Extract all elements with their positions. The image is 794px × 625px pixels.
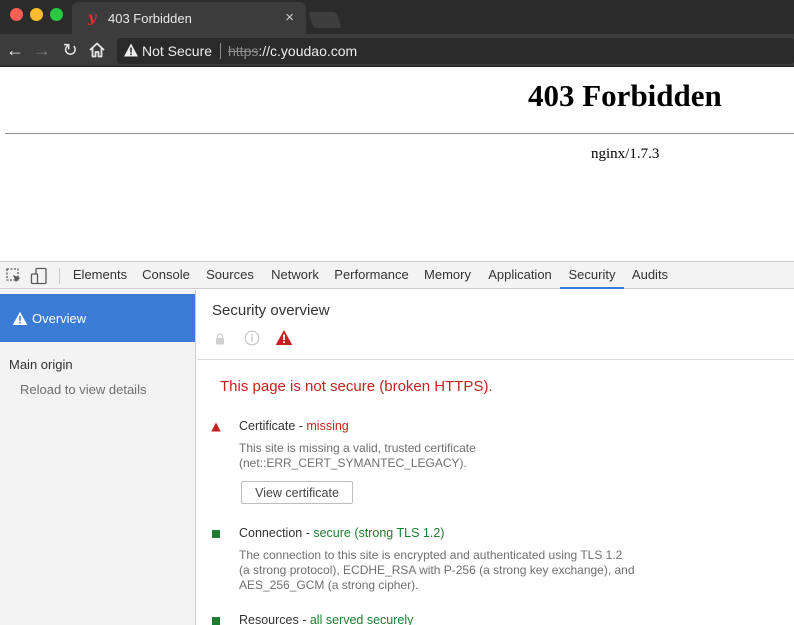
security-main-panel: Security overview This page is not secur… [197, 290, 794, 625]
view-certificate-button[interactable]: View certificate [241, 481, 353, 504]
warning-triangle-icon[interactable] [123, 42, 139, 58]
sidebar-section-main-origin: Main origin [9, 357, 73, 372]
panel-title: Security overview [212, 302, 330, 319]
server-signature: nginx/1.7.3 [591, 146, 660, 162]
tab-security[interactable]: Security [560, 262, 624, 289]
sidebar-item-reload-hint: Reload to view details [20, 382, 147, 397]
tab-memory[interactable]: Memory [419, 262, 476, 289]
back-arrow-icon[interactable]: ← [4, 39, 26, 61]
description-line: The connection to this site is encrypted… [239, 548, 623, 562]
tab-close-icon[interactable]: × [285, 9, 294, 26]
sidebar-item-overview[interactable]: Overview [0, 294, 195, 342]
green-square-icon [212, 530, 220, 538]
youdao-favicon-icon: y [88, 10, 97, 26]
page-heading: 403 Forbidden [528, 78, 722, 113]
explanation-summary: missing [306, 419, 349, 433]
devtools-panel: Elements Console Sources Network Perform… [0, 261, 794, 625]
explanation-description: This site is missing a valid, trusted ce… [239, 441, 659, 471]
device-toolbar-icon[interactable] [30, 267, 48, 285]
info-circle-icon [244, 330, 260, 346]
description-line: This site is missing a valid, trusted ce… [239, 441, 476, 455]
explanation-title: Resources - all served securely [239, 613, 414, 625]
security-sidebar: Overview Main origin Reload to view deta… [0, 290, 196, 625]
warning-triangle-icon [12, 311, 28, 325]
tab-audits[interactable]: Audits [627, 262, 673, 289]
browser-toolbar: ← → ↻ Not Secure https://c.youdao.com [0, 34, 794, 67]
tab-elements[interactable]: Elements [66, 262, 134, 289]
security-overview-header: Security overview [197, 290, 794, 360]
sidebar-item-label: Overview [32, 311, 87, 326]
green-square-icon [212, 617, 220, 625]
explanation-title-text: Resources [239, 613, 299, 625]
tab-console[interactable]: Console [137, 262, 195, 289]
forward-arrow-icon[interactable]: → [31, 39, 53, 61]
inspect-element-icon[interactable] [5, 267, 23, 285]
browser-titlebar: y 403 Forbidden × [0, 0, 794, 34]
url-scheme: https [228, 43, 259, 59]
explanation-resources: Resources - all served securely [197, 612, 794, 625]
page-viewport: 403 Forbidden nginx/1.7.3 [0, 68, 794, 261]
lock-icon [216, 333, 224, 345]
explanation-connection: Connection - secure (strong TLS 1.2) The… [197, 525, 794, 595]
security-summary-headline: This page is not secure (broken HTTPS). [220, 378, 493, 395]
explanation-title-text: Certificate [239, 419, 296, 433]
explanation-title: Certificate - missing [239, 419, 349, 433]
tab-application[interactable]: Application [483, 262, 557, 289]
explanation-summary: all served securely [309, 613, 414, 625]
devtools-tabbar: Elements Console Sources Network Perform… [0, 262, 794, 289]
explanation-title-text: Connection [239, 526, 303, 540]
tab-network[interactable]: Network [266, 262, 324, 289]
description-line: AES_256_GCM (a strong cipher). [239, 578, 419, 592]
red-triangle-icon [211, 422, 221, 432]
new-tab-button[interactable] [308, 12, 342, 28]
home-icon[interactable] [86, 39, 108, 61]
browser-tab-active[interactable]: y 403 Forbidden × [72, 2, 306, 34]
url-host: ://c.youdao.com [258, 43, 358, 59]
address-bar[interactable]: Not Secure https://c.youdao.com [117, 38, 794, 64]
url-text[interactable]: https://c.youdao.com [228, 43, 357, 59]
explanation-title: Connection - secure (strong TLS 1.2) [239, 526, 445, 540]
window-close-button[interactable] [10, 8, 23, 21]
window-minimize-button[interactable] [30, 8, 43, 21]
description-line: (net::ERR_CERT_SYMANTEC_LEGACY). [239, 456, 467, 470]
tabbar-separator [59, 268, 60, 284]
omnibox-divider [220, 43, 221, 59]
tab-performance[interactable]: Performance [330, 262, 413, 289]
page-divider [5, 133, 794, 134]
reload-icon[interactable]: ↻ [59, 39, 81, 61]
explanation-description: The connection to this site is encrypted… [239, 548, 659, 593]
explanation-summary: secure (strong TLS 1.2) [313, 526, 445, 540]
tab-sources[interactable]: Sources [200, 262, 260, 289]
description-line: (a strong protocol), ECDHE_RSA with P-25… [239, 563, 635, 577]
explanation-certificate: Certificate - missing This site is missi… [197, 418, 794, 518]
red-warning-triangle-icon [275, 330, 293, 345]
window-zoom-button[interactable] [50, 8, 63, 21]
tab-title: 403 Forbidden [108, 11, 192, 26]
not-secure-label[interactable]: Not Secure [142, 43, 212, 59]
